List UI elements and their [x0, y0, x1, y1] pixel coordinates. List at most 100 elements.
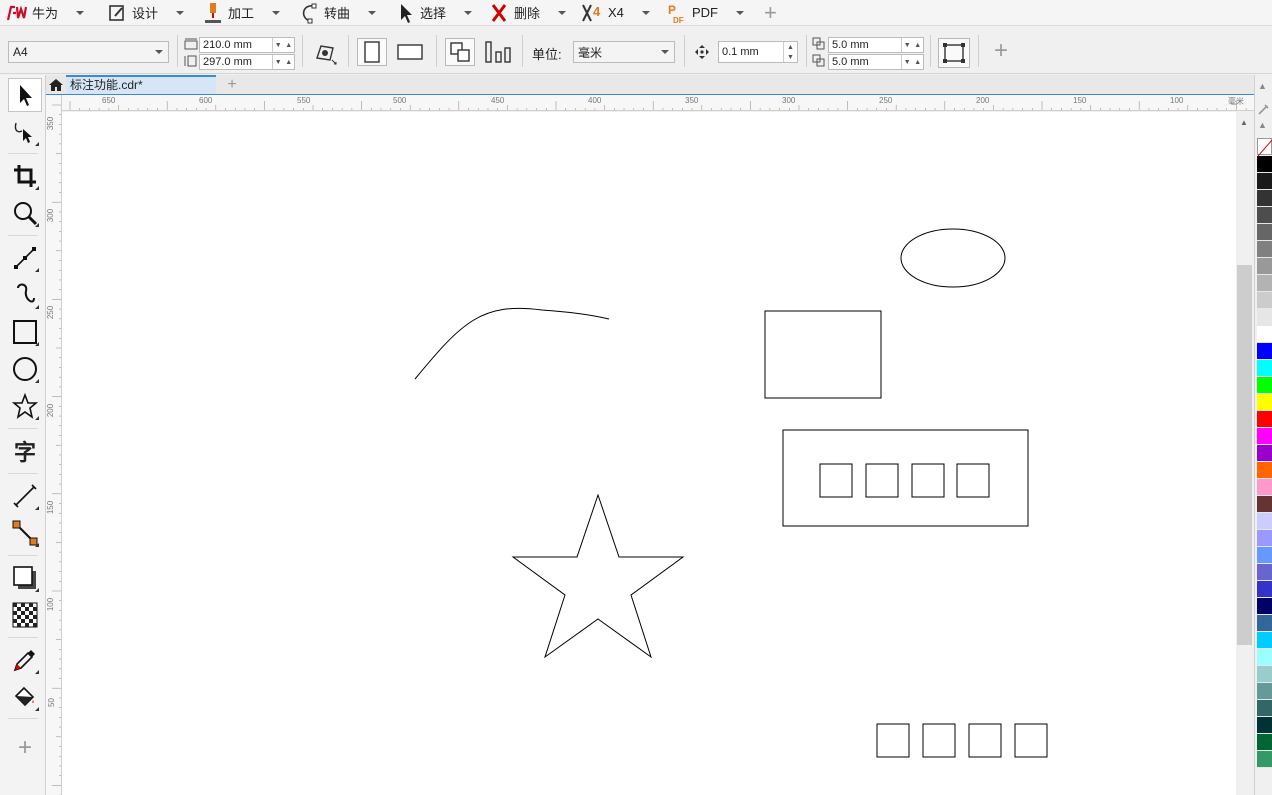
ellipse-shape[interactable]: [900, 228, 1006, 288]
chevron-down-icon[interactable]: [641, 10, 650, 15]
vertical-scrollbar[interactable]: ▲: [1236, 112, 1254, 795]
menu-select[interactable]: 选择: [388, 0, 482, 26]
color-swatch[interactable]: [1257, 173, 1272, 190]
color-swatch[interactable]: [1257, 717, 1272, 734]
color-swatch[interactable]: [1257, 598, 1272, 615]
chevron-down-icon[interactable]: [558, 10, 567, 15]
landscape-button[interactable]: [394, 38, 426, 66]
palette-scroll-up-icon[interactable]: ▲: [1258, 120, 1267, 130]
star-shape[interactable]: [511, 493, 685, 659]
new-document-button[interactable]: +: [222, 75, 242, 95]
inner-square-shape[interactable]: [911, 463, 945, 498]
star-tool-button[interactable]: [8, 389, 42, 423]
current-page-button[interactable]: [482, 38, 514, 66]
color-swatch[interactable]: [1257, 564, 1272, 581]
no-fill-swatch[interactable]: [1257, 138, 1272, 157]
color-swatch[interactable]: [1257, 207, 1272, 224]
color-swatch[interactable]: [1257, 751, 1272, 768]
page-options-button[interactable]: [311, 39, 339, 67]
curve-shape[interactable]: [414, 307, 610, 380]
shape-tool-button[interactable]: [8, 115, 42, 149]
chevron-down-icon[interactable]: [464, 10, 473, 15]
transparency-tool-button[interactable]: [8, 598, 42, 632]
connector-tool-button[interactable]: [8, 516, 42, 550]
duplicate-x-input[interactable]: 5.0 mm ▼ ▲: [828, 37, 924, 53]
chevron-down-icon[interactable]: [176, 10, 185, 15]
bezier-tool-button[interactable]: [8, 278, 42, 312]
page-size-select[interactable]: A4: [8, 41, 169, 63]
treat-as-filled-button[interactable]: [938, 38, 970, 68]
portrait-button[interactable]: [357, 38, 387, 66]
dimension-tool-button[interactable]: [8, 479, 42, 513]
inner-square-shape[interactable]: [865, 463, 899, 498]
duplicate-x-stepper[interactable]: ▼ ▲: [901, 38, 923, 52]
zoom-tool-button[interactable]: [8, 196, 42, 230]
color-swatch[interactable]: [1257, 190, 1272, 207]
color-swatch[interactable]: [1257, 530, 1272, 547]
menu-design[interactable]: 设计: [100, 0, 196, 26]
inner-square-shape[interactable]: [819, 463, 853, 498]
color-swatch[interactable]: [1257, 445, 1272, 462]
menu-x4[interactable]: 4 X4: [576, 0, 660, 26]
scrollbar-thumb[interactable]: [1237, 265, 1252, 645]
chevron-down-icon[interactable]: [368, 10, 377, 15]
pick-tool-button[interactable]: [8, 78, 42, 112]
ellipse-tool-button[interactable]: [8, 352, 42, 386]
color-swatch[interactable]: [1257, 581, 1272, 598]
color-swatch[interactable]: [1257, 683, 1272, 700]
nudge-input[interactable]: 0.1 mm ▲ ▼: [718, 41, 798, 63]
color-swatch[interactable]: [1257, 309, 1272, 326]
rectangle-tool-button[interactable]: [8, 315, 42, 349]
color-swatch[interactable]: [1257, 496, 1272, 513]
add-property-button[interactable]: +: [994, 37, 1008, 65]
bottom-square-shape[interactable]: [968, 723, 1002, 758]
color-swatch[interactable]: [1257, 700, 1272, 717]
bottom-square-shape[interactable]: [1014, 723, 1048, 758]
color-swatch[interactable]: [1257, 649, 1272, 666]
chevron-down-icon[interactable]: [272, 10, 281, 15]
add-menu-button[interactable]: +: [764, 0, 777, 26]
unit-select[interactable]: 毫米: [573, 41, 675, 63]
color-swatch[interactable]: [1257, 360, 1272, 377]
color-swatch[interactable]: [1257, 326, 1272, 343]
text-tool-button[interactable]: 字: [8, 434, 42, 468]
customize-toolbox-button[interactable]: +: [8, 731, 42, 765]
scroll-up-icon[interactable]: ▲: [1240, 118, 1248, 127]
duplicate-y-input[interactable]: 5.0 mm ▼ ▲: [828, 54, 924, 70]
color-swatch[interactable]: [1257, 377, 1272, 394]
color-swatch[interactable]: [1257, 513, 1272, 530]
color-swatch[interactable]: [1257, 258, 1272, 275]
color-swatch[interactable]: [1257, 479, 1272, 496]
menu-machining[interactable]: 加工: [196, 0, 292, 26]
vertical-ruler[interactable]: 350 300 250 200 150 100 50: [46, 95, 62, 795]
menu-convert-curve[interactable]: 转曲: [292, 0, 388, 26]
color-swatch[interactable]: [1257, 343, 1272, 360]
menu-delete[interactable]: 删除: [482, 0, 576, 26]
rectangle-shape[interactable]: [764, 310, 882, 399]
welcome-home-button[interactable]: [46, 75, 66, 95]
fill-tool-button[interactable]: [8, 680, 42, 714]
color-swatch[interactable]: [1257, 241, 1272, 258]
menu-niuwei[interactable]: 牛为: [0, 0, 100, 26]
color-swatch[interactable]: [1257, 666, 1272, 683]
color-swatch[interactable]: [1257, 224, 1272, 241]
color-swatch[interactable]: [1257, 462, 1272, 479]
document-tab[interactable]: 标注功能.cdr*: [66, 75, 216, 95]
page-width-input[interactable]: 210.0 mm ▼ ▲: [199, 37, 295, 53]
page-height-input[interactable]: 297.0 mm ▼ ▲: [199, 54, 295, 70]
inner-square-shape[interactable]: [956, 463, 990, 498]
color-swatch[interactable]: [1257, 734, 1272, 751]
page-height-stepper[interactable]: ▼ ▲: [272, 55, 294, 69]
duplicate-y-stepper[interactable]: ▼ ▲: [901, 55, 923, 69]
chevron-down-icon[interactable]: [76, 10, 85, 15]
color-swatch[interactable]: [1257, 275, 1272, 292]
color-swatch[interactable]: [1257, 428, 1272, 445]
horizontal-ruler[interactable]: 650 600 550 500 450 400 350 300 250 200 …: [62, 95, 1254, 111]
all-pages-button[interactable]: [445, 38, 475, 66]
page-width-stepper[interactable]: ▼ ▲: [272, 38, 294, 52]
eyedropper-tool-button[interactable]: [8, 643, 42, 677]
bottom-square-shape[interactable]: [876, 723, 910, 758]
color-swatch[interactable]: [1257, 156, 1272, 173]
color-swatch[interactable]: [1257, 411, 1272, 428]
freehand-tool-button[interactable]: [8, 241, 42, 275]
